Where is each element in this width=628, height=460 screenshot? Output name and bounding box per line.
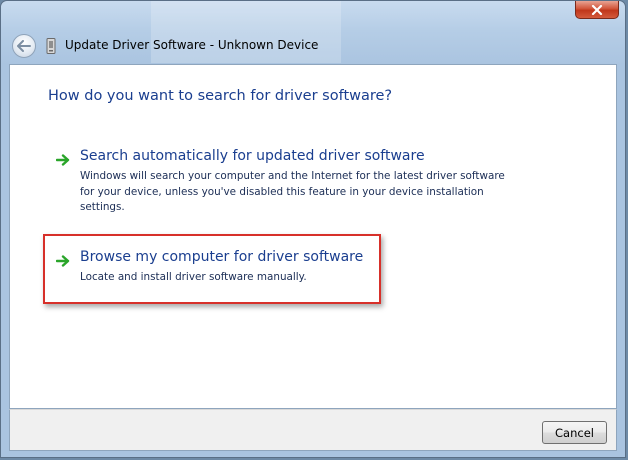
back-button[interactable] — [12, 34, 36, 58]
dialog-footer: Cancel — [9, 409, 617, 451]
search-automatically-option[interactable]: Search automatically for updated driver … — [50, 148, 530, 218]
back-arrow-icon — [17, 40, 31, 52]
close-icon — [591, 4, 603, 15]
green-arrow-icon — [56, 154, 70, 166]
option-description: Locate and install driver software manua… — [80, 271, 307, 283]
green-arrow-icon — [56, 255, 70, 267]
close-button[interactable] — [575, 1, 619, 19]
device-icon — [46, 38, 56, 54]
option-title: Browse my computer for driver software — [80, 249, 364, 265]
option-title: Search automatically for updated driver … — [80, 148, 425, 164]
browse-computer-option[interactable]: Browse my computer for driver software L… — [50, 249, 530, 287]
page-heading: How do you want to search for driver sof… — [48, 88, 393, 104]
dialog-window: Update Driver Software - Unknown Device … — [0, 0, 626, 458]
content-panel: How do you want to search for driver sof… — [9, 64, 617, 409]
background-window-ghost — [151, 1, 341, 63]
cancel-button[interactable]: Cancel — [542, 421, 607, 444]
option-description: Windows will search your computer and th… — [80, 170, 505, 213]
window-title: Update Driver Software - Unknown Device — [65, 38, 319, 52]
